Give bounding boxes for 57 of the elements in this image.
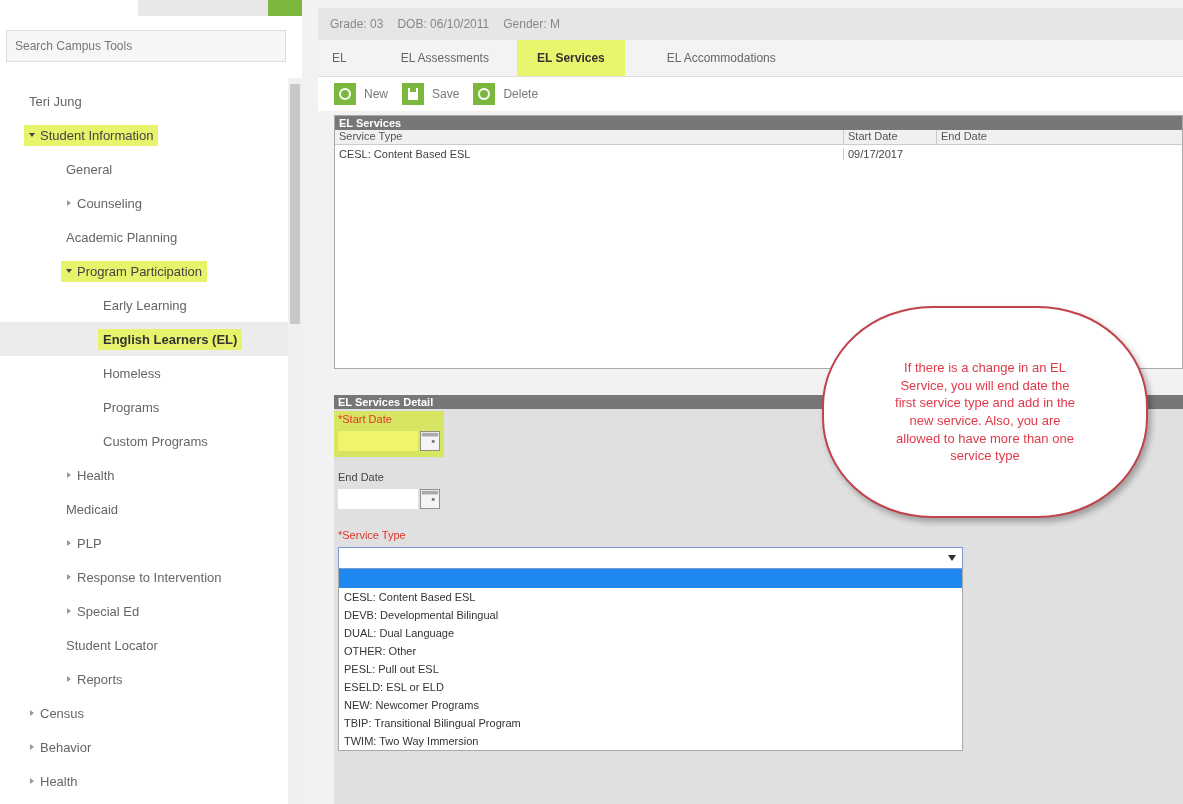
- tree-item[interactable]: Response to Intervention: [61, 566, 227, 588]
- scrollbar[interactable]: [288, 78, 302, 804]
- panel-title: EL Services: [335, 116, 1182, 130]
- field-label: *Start Date: [338, 413, 393, 425]
- tree-item[interactable]: English Learners (EL): [98, 328, 243, 350]
- dropdown-option[interactable]: TBIP: Transitional Bilingual Program: [339, 714, 962, 732]
- table-row[interactable]: CESL: Content Based ESL 09/17/2017: [335, 145, 1182, 163]
- tree-item[interactable]: Census: [24, 702, 90, 724]
- tree-item[interactable]: Early Learning: [98, 294, 192, 316]
- save-icon: [402, 83, 424, 105]
- tree-item[interactable]: Health: [61, 464, 120, 486]
- tree-item[interactable]: Medicaid: [61, 498, 124, 520]
- header-accent: [268, 0, 302, 16]
- tree-item[interactable]: Custom Programs: [98, 430, 213, 452]
- student-info-text: DOB: 06/10/2011: [397, 17, 490, 31]
- dropdown-option[interactable]: DUAL: Dual Language: [339, 624, 962, 642]
- date-field[interactable]: [338, 489, 418, 509]
- toolbar-button[interactable]: Delete: [473, 83, 539, 105]
- dropdown-field[interactable]: [338, 547, 963, 569]
- column-header[interactable]: End Date: [936, 130, 1182, 144]
- tree-item[interactable]: Academic Planning: [61, 226, 183, 248]
- toolbar-button[interactable]: Save: [402, 83, 460, 105]
- tree-item[interactable]: Student Information: [24, 124, 159, 146]
- dropdown-option[interactable]: DEVB: Developmental Bilingual: [339, 606, 962, 624]
- calendar-icon[interactable]: [420, 489, 440, 509]
- tree-item[interactable]: PLP: [61, 532, 107, 554]
- tree-item[interactable]: Programs: [98, 396, 165, 418]
- toolbar-button[interactable]: New: [334, 83, 388, 105]
- student-info-text: Grade: 03: [330, 17, 384, 31]
- caret-icon: [948, 555, 956, 561]
- column-header[interactable]: Start Date: [843, 130, 936, 144]
- dropdown-option[interactable]: OTHER: Other: [339, 642, 962, 660]
- calendar-icon[interactable]: [420, 431, 440, 451]
- field-label: End Date: [338, 471, 385, 483]
- search-field[interactable]: Search Campus Tools: [6, 30, 286, 62]
- tree-item[interactable]: Homeless: [98, 362, 166, 384]
- dropdown-option[interactable]: CESL: Content Based ESL: [339, 588, 962, 606]
- tab[interactable]: EL Assessments: [386, 40, 517, 76]
- dropdown-option[interactable]: NEW: Newcomer Programs: [339, 696, 962, 714]
- tree-item[interactable]: Behavior: [24, 736, 97, 758]
- dropdown-option[interactable]: PESL: Pull out ESL: [339, 660, 962, 678]
- tree-item[interactable]: Student Locator: [61, 634, 163, 656]
- tree-item[interactable]: Reports: [61, 668, 128, 690]
- tree-item[interactable]: Health: [24, 770, 83, 792]
- dropdown-option[interactable]: ESELD: ESL or ELD: [339, 678, 962, 696]
- tree-item[interactable]: Program Participation: [61, 260, 207, 282]
- tab[interactable]: EL Accommodations: [652, 40, 804, 76]
- tree-item[interactable]: Teri Jung: [24, 90, 87, 112]
- field-label: *Service Type: [338, 529, 407, 541]
- dropdown-option[interactable]: TWIM: Two Way Immersion: [339, 732, 962, 750]
- tree-item[interactable]: Special Ed: [61, 600, 145, 622]
- tree-item[interactable]: Counseling: [61, 192, 148, 214]
- tab[interactable]: EL: [318, 40, 387, 76]
- tree-item[interactable]: General: [61, 158, 118, 180]
- column-header[interactable]: Service Type: [335, 130, 843, 144]
- student-info-text: Gender: M: [503, 17, 560, 31]
- tab[interactable]: EL Services: [516, 40, 625, 76]
